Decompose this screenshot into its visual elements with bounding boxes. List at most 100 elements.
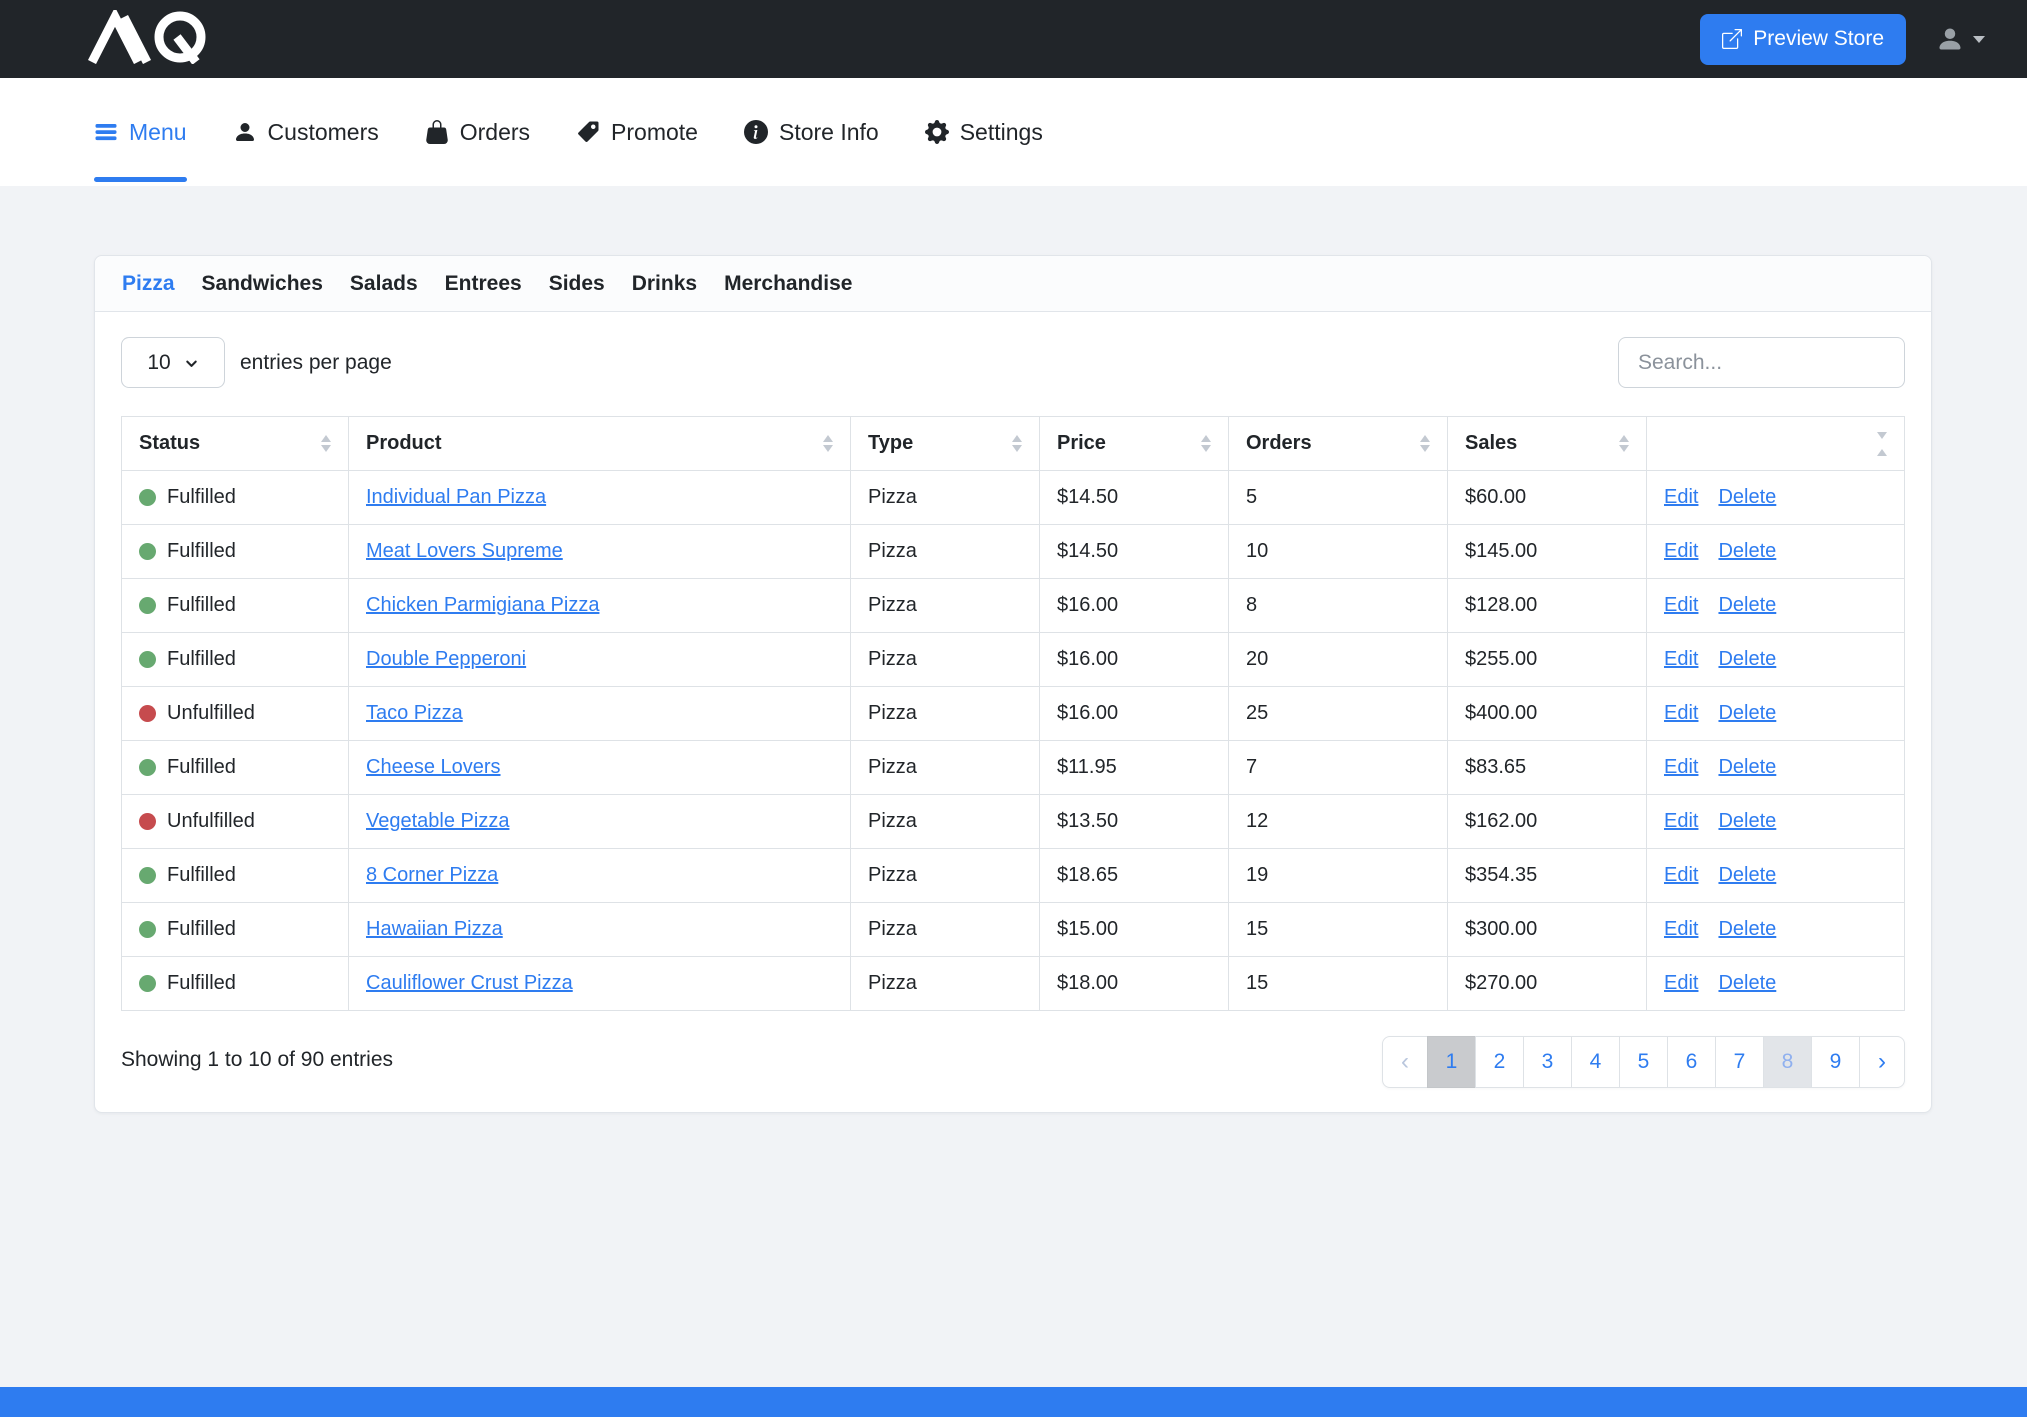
nav-item-settings[interactable]: Settings <box>925 119 1043 146</box>
column-header-actions[interactable] <box>1647 417 1905 471</box>
delete-link[interactable]: Delete <box>1718 972 1776 994</box>
product-link[interactable]: Individual Pan Pizza <box>366 486 546 508</box>
orders-cell: 12 <box>1229 795 1448 849</box>
sales-cell: $300.00 <box>1448 903 1647 957</box>
column-header-type[interactable]: Type <box>851 417 1040 471</box>
pagination-prev[interactable]: ‹ <box>1382 1036 1428 1088</box>
caret-down-icon <box>1973 36 1985 43</box>
bottom-bar <box>0 1387 2027 1417</box>
delete-link[interactable]: Delete <box>1718 810 1776 832</box>
delete-link[interactable]: Delete <box>1718 486 1776 508</box>
delete-link[interactable]: Delete <box>1718 918 1776 940</box>
delete-link[interactable]: Delete <box>1718 864 1776 886</box>
pagination-page-5[interactable]: 5 <box>1619 1036 1668 1088</box>
edit-link[interactable]: Edit <box>1664 864 1698 886</box>
sort-icon <box>321 435 331 452</box>
tab-drinks[interactable]: Drinks <box>632 272 697 296</box>
edit-link[interactable]: Edit <box>1664 540 1698 562</box>
product-link[interactable]: Chicken Parmigiana Pizza <box>366 594 599 616</box>
product-link[interactable]: Meat Lovers Supreme <box>366 540 563 562</box>
product-link[interactable]: Cheese Lovers <box>366 756 501 778</box>
edit-link[interactable]: Edit <box>1664 756 1698 778</box>
delete-link[interactable]: Delete <box>1718 648 1776 670</box>
status-label: Fulfilled <box>167 918 236 941</box>
person-icon <box>1936 25 1964 53</box>
tab-sandwiches[interactable]: Sandwiches <box>202 272 323 296</box>
pagination-next[interactable]: › <box>1859 1036 1905 1088</box>
product-link[interactable]: 8 Corner Pizza <box>366 864 498 886</box>
chevron-down-icon <box>184 354 199 371</box>
product-link[interactable]: Cauliflower Crust Pizza <box>366 972 573 994</box>
pagination-page-4[interactable]: 4 <box>1571 1036 1620 1088</box>
edit-link[interactable]: Edit <box>1664 972 1698 994</box>
brand-logo[interactable] <box>88 10 212 69</box>
entries-per-page-select[interactable]: 10 <box>121 337 225 388</box>
tab-entrees[interactable]: Entrees <box>445 272 522 296</box>
pagination-page-6[interactable]: 6 <box>1667 1036 1716 1088</box>
table-row: Fulfilled 8 Corner Pizza Pizza $18.65 19… <box>122 849 1905 903</box>
pagination-page-3[interactable]: 3 <box>1523 1036 1572 1088</box>
pagination-page-8[interactable]: 8 <box>1763 1036 1812 1088</box>
brand-logo-icon <box>88 10 212 64</box>
sales-cell: $162.00 <box>1448 795 1647 849</box>
tab-pizza[interactable]: Pizza <box>122 272 175 296</box>
status-dot <box>139 759 156 776</box>
product-link[interactable]: Vegetable Pizza <box>366 810 509 832</box>
price-cell: $18.65 <box>1040 849 1229 903</box>
column-header-orders[interactable]: Orders <box>1229 417 1448 471</box>
status-dot <box>139 489 156 506</box>
tab-sides[interactable]: Sides <box>549 272 605 296</box>
product-link[interactable]: Taco Pizza <box>366 702 463 724</box>
delete-link[interactable]: Delete <box>1718 702 1776 724</box>
edit-link[interactable]: Edit <box>1664 486 1698 508</box>
orders-cell: 15 <box>1229 903 1448 957</box>
status-label: Fulfilled <box>167 486 236 509</box>
table-row: Fulfilled Chicken Parmigiana Pizza Pizza… <box>122 579 1905 633</box>
edit-link[interactable]: Edit <box>1664 702 1698 724</box>
column-header-price[interactable]: Price <box>1040 417 1229 471</box>
sales-cell: $270.00 <box>1448 957 1647 1011</box>
status-label: Fulfilled <box>167 648 236 671</box>
nav-item-customers[interactable]: Customers <box>233 119 379 146</box>
preview-store-button[interactable]: Preview Store <box>1700 14 1906 65</box>
delete-link[interactable]: Delete <box>1718 756 1776 778</box>
edit-link[interactable]: Edit <box>1664 810 1698 832</box>
sort-icon <box>823 435 833 452</box>
category-tabs: Pizza Sandwiches Salads Entrees Sides Drinks M… <box>95 256 1931 312</box>
product-link[interactable]: Double Pepperoni <box>366 648 526 670</box>
tab-salads[interactable]: Salads <box>350 272 418 296</box>
edit-link[interactable]: Edit <box>1664 648 1698 670</box>
type-cell: Pizza <box>851 741 1040 795</box>
product-link[interactable]: Hawaiian Pizza <box>366 918 503 940</box>
info-icon <box>744 120 768 144</box>
edit-link[interactable]: Edit <box>1664 594 1698 616</box>
search-input[interactable] <box>1618 337 1905 388</box>
nav-item-store-info[interactable]: Store Info <box>744 119 879 146</box>
sort-icon <box>1420 435 1430 452</box>
delete-link[interactable]: Delete <box>1718 594 1776 616</box>
orders-cell: 25 <box>1229 687 1448 741</box>
price-cell: $18.00 <box>1040 957 1229 1011</box>
pagination-page-2[interactable]: 2 <box>1475 1036 1524 1088</box>
showing-entries-text: Showing 1 to 10 of 90 entries <box>121 1036 393 1072</box>
column-header-product[interactable]: Product <box>349 417 851 471</box>
pagination-page-1[interactable]: 1 <box>1427 1036 1476 1088</box>
account-menu-button[interactable] <box>1936 25 1985 53</box>
pagination-page-9[interactable]: 9 <box>1811 1036 1860 1088</box>
sales-cell: $354.35 <box>1448 849 1647 903</box>
menu-card: Pizza Sandwiches Salads Entrees Sides Drinks M… <box>94 255 1932 1113</box>
column-header-status[interactable]: Status <box>122 417 349 471</box>
nav-item-promote[interactable]: Promote <box>576 119 698 146</box>
tab-merchandise[interactable]: Merchandise <box>724 272 852 296</box>
price-cell: $14.50 <box>1040 525 1229 579</box>
status-dot <box>139 543 156 560</box>
delete-link[interactable]: Delete <box>1718 540 1776 562</box>
type-cell: Pizza <box>851 687 1040 741</box>
nav-item-orders[interactable]: Orders <box>425 119 530 146</box>
status-label: Unfulfilled <box>167 702 255 725</box>
edit-link[interactable]: Edit <box>1664 918 1698 940</box>
nav-item-menu[interactable]: Menu <box>94 119 187 146</box>
column-header-sales[interactable]: Sales <box>1448 417 1647 471</box>
pagination-page-7[interactable]: 7 <box>1715 1036 1764 1088</box>
page: Preview Store Menu Customers Orders Prom… <box>0 0 2027 1417</box>
